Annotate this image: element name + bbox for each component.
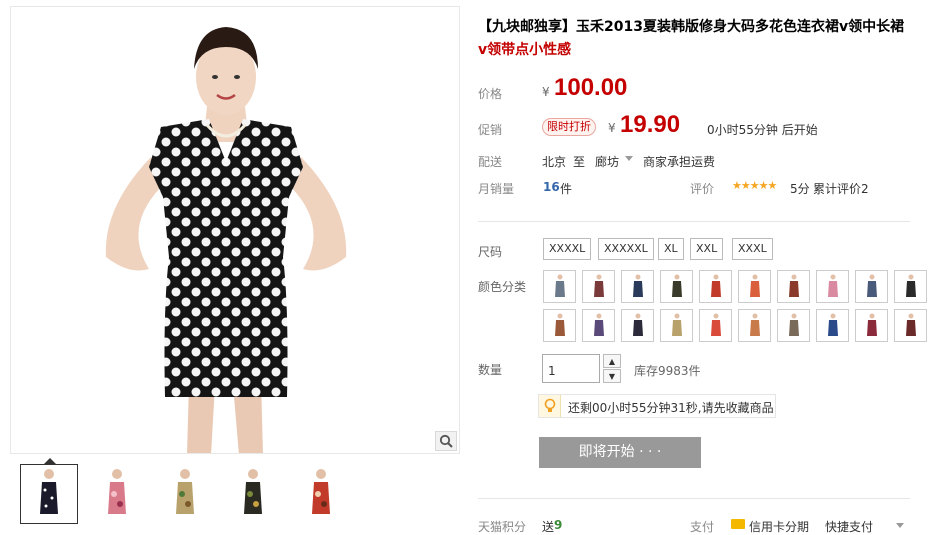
product-title: 【九块邮独享】玉禾2013夏装韩版修身大码多花色连衣裙v领中长裙 v领带点小性感 [478,16,923,62]
favorite-tip: 还剩00小时55分钟31秒,请先收藏商品 [538,394,776,418]
product-title-sub: v领带点小性感 [478,42,572,58]
credit-card-installment[interactable]: 信用卡分期 [749,518,809,535]
color-swatch-5[interactable] [699,270,732,303]
tip-text: 还剩00小时55分钟31秒,请先收藏商品 [568,401,774,415]
promotion-label: 促销 [478,123,503,137]
rating-score: 5分 [790,182,810,196]
chevron-down-icon[interactable] [625,156,633,161]
rating-label: 评价 [690,182,715,196]
thumbnail-4[interactable] [224,464,282,524]
coming-soon-button[interactable]: 即将开始 · · · [539,437,701,468]
quantity-input[interactable]: 1 [542,354,600,383]
delivery-to-select[interactable]: 廊坊 [595,153,619,170]
color-swatch-15[interactable] [699,309,732,342]
color-swatch-2[interactable] [582,270,615,303]
zoom-icon[interactable] [435,431,457,451]
quantity-decrease-button[interactable]: ▼ [603,369,621,383]
shipping-info: 商家承担运费 [643,155,716,169]
color-swatch-7[interactable] [777,270,810,303]
color-swatch-14[interactable] [660,309,693,342]
thumbnail-3[interactable] [156,464,214,524]
size-option-xxl[interactable]: XXL [690,238,724,260]
main-product-image[interactable] [10,6,460,454]
size-option-xl[interactable]: XL [658,238,684,260]
size-option-xxxxxl[interactable]: XXXXXL [598,238,654,260]
color-swatch-1[interactable] [543,270,576,303]
color-swatch-3[interactable] [621,270,654,303]
promotion-countdown: 0小时55分钟 后开始 [707,123,818,137]
color-swatch-10[interactable] [894,270,927,303]
delivery-from: 北京 [542,155,567,169]
product-title-main: 【九块邮独享】玉禾2013夏装韩版修身大码多花色连衣裙v领中长裙 [478,19,905,35]
price-label: 价格 [478,87,503,101]
size-option-xxxxl[interactable]: XXXXL [543,238,592,260]
color-swatch-18[interactable] [816,309,849,342]
quantity-label: 数量 [478,363,503,377]
promotion-currency: ¥ [608,121,616,135]
promotion-price: 19.90 [620,111,681,138]
color-swatch-16[interactable] [738,309,771,342]
delivery-to-word: 至 [573,155,586,169]
original-price: 100.00 [554,74,628,101]
color-swatch-20[interactable] [894,309,927,342]
color-swatch-8[interactable] [816,270,849,303]
total-reviews-link[interactable]: 累计评价2 [813,180,869,197]
credit-card-icon [731,519,745,529]
lightbulb-icon [539,395,561,417]
color-swatch-6[interactable] [738,270,771,303]
delivery-label: 配送 [478,155,503,169]
stock-text: 库存9983件 [634,364,701,378]
tmall-points-value: 9 [554,518,563,532]
monthly-sales-count: 16 [543,180,560,194]
color-swatch-4[interactable] [660,270,693,303]
color-swatch-13[interactable] [621,309,654,342]
thumbnail-selected-arrow [43,458,57,465]
model-dress-illustration [105,27,347,453]
tmall-points-label: 天猫积分 [478,520,527,534]
rating-stars-icon: ★★★★★ [732,179,777,192]
color-swatch-12[interactable] [582,309,615,342]
color-swatch-19[interactable] [855,309,888,342]
tmall-points-prefix: 送 [542,520,555,534]
color-swatch-17[interactable] [777,309,810,342]
monthly-sales-unit: 件 [560,182,573,196]
payment-label: 支付 [690,520,715,534]
divider [478,498,910,499]
quick-pay[interactable]: 快捷支付 [825,518,873,535]
chevron-down-icon[interactable] [896,523,904,528]
thumbnail-1[interactable] [20,458,78,524]
color-swatch-9[interactable] [855,270,888,303]
promotion-tag: 限时打折 [542,118,596,136]
thumbnail-2[interactable] [88,464,146,524]
size-option-xxxl[interactable]: XXXL [732,238,773,260]
monthly-sales-label: 月销量 [478,182,515,196]
divider [478,221,910,222]
color-label: 颜色分类 [478,280,527,294]
thumbnail-5[interactable] [292,464,350,524]
price-currency: ¥ [542,85,550,99]
color-swatch-11[interactable] [543,309,576,342]
size-label: 尺码 [478,245,503,259]
quantity-increase-button[interactable]: ▲ [603,354,621,368]
